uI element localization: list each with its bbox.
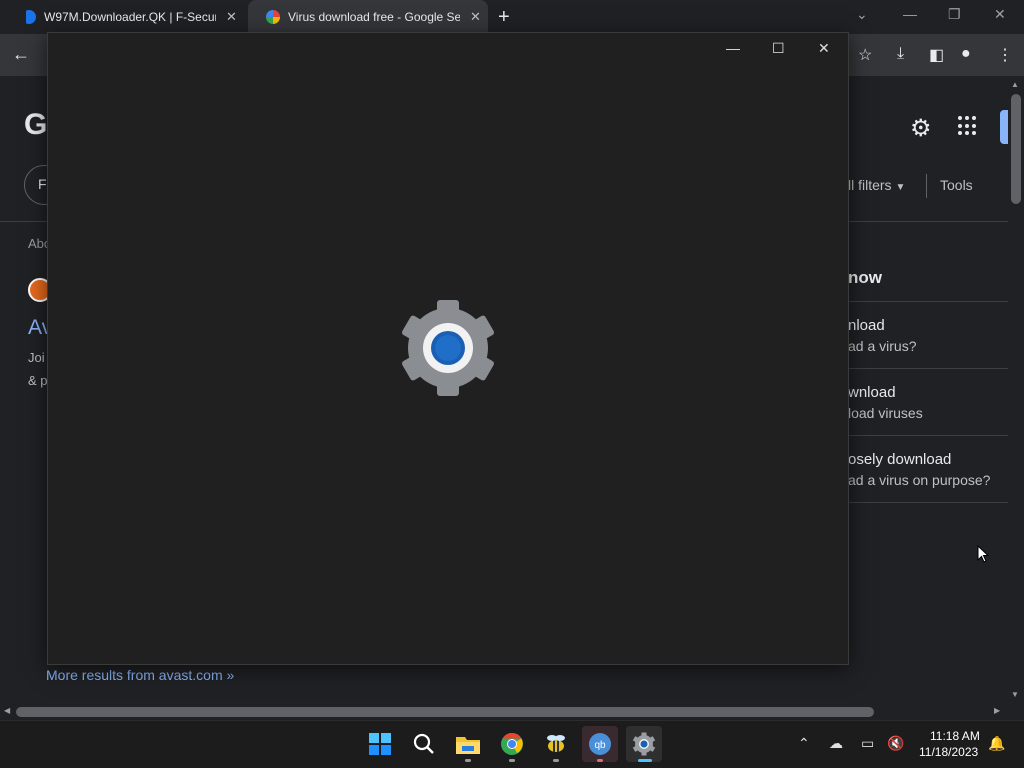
settings-gear-icon [402,300,494,396]
dropdown-caret-icon: ▼ [895,182,906,193]
browser-minimize-icon[interactable]: — [903,6,917,22]
side-panel-icon[interactable]: ◧ [929,45,944,65]
paa-question[interactable]: wnload [848,384,896,401]
tab-google-search[interactable]: Virus download free - Google Search ✕ [248,0,488,34]
paa-divider [848,368,1008,369]
tab-title: W97M.Downloader.QK | F-Secure [44,10,216,24]
running-indicator [597,759,603,762]
window-maximize-icon[interactable]: ☐ [772,40,785,57]
notification-bell-icon[interactable]: 🔔 [988,735,1005,752]
onedrive-offline-icon[interactable]: ☁ [829,735,843,752]
close-tab-icon[interactable]: ✕ [226,9,237,25]
chrome-icon[interactable] [494,726,530,762]
filter-divider [926,174,927,198]
file-explorer-icon[interactable] [450,726,486,762]
scroll-right-arrow-icon[interactable]: ▶ [994,706,1000,715]
settings-app-icon[interactable] [626,726,662,762]
search-icon[interactable] [406,726,442,762]
scroll-left-arrow-icon[interactable]: ◀ [4,706,10,715]
paa-divider [848,301,1008,302]
browser-restore-icon[interactable]: ❐ [948,6,961,23]
clock-date[interactable]: 11/18/2023 [919,745,978,759]
scroll-up-arrow-icon[interactable]: ▲ [1011,80,1019,89]
tools-button[interactable]: Tools [940,177,973,193]
paa-divider [848,502,1008,503]
settings-gear-icon[interactable]: ⚙ [910,114,932,143]
mouse-pointer-icon [977,545,989,563]
profile-icon[interactable]: ● [961,45,971,63]
close-tab-icon[interactable]: ✕ [470,9,481,25]
horizontal-scroll-thumb[interactable] [16,707,874,717]
svg-text:qb: qb [594,740,606,751]
google-apps-icon[interactable] [958,116,978,136]
bookmark-star-icon[interactable]: ☆ [858,45,872,65]
running-indicator [553,759,559,762]
google-logo[interactable]: G [24,108,47,142]
download-icon[interactable]: ⤓ [897,45,904,63]
back-arrow-icon[interactable]: ← [12,44,30,65]
browser-close-icon[interactable]: ✕ [994,6,1006,23]
paa-divider [848,435,1008,436]
scroll-down-arrow-icon[interactable]: ▼ [1011,690,1019,699]
more-results-link[interactable]: More results from avast.com » [46,667,234,683]
active-indicator [638,759,652,762]
sign-in-button[interactable] [1000,110,1008,144]
window-minimize-icon[interactable]: — [726,40,740,56]
start-windows-icon[interactable] [362,726,398,762]
tab-fsecure[interactable]: W97M.Downloader.QK | F-Secure ✕ [8,0,248,34]
fsecure-favicon-icon [26,10,36,24]
tab-search-chevron-icon[interactable]: ⌄ [856,6,868,23]
clock-time[interactable]: 11:18 AM [930,729,980,743]
paa-question[interactable]: osely download [848,451,951,468]
running-indicator [509,759,515,762]
network-icon[interactable]: ▭ [861,735,874,752]
show-hidden-icons-chevron-icon[interactable]: ⌃ [798,735,810,752]
result-snippet-line: & p [28,373,48,388]
new-tab-icon[interactable]: + [498,6,510,29]
paa-subtext: ad a virus on purpose? [848,472,991,488]
tab-title: Virus download free - Google Search [288,10,460,24]
volume-muted-icon[interactable]: 🔇 [887,735,904,752]
paa-subtext: load viruses [848,405,923,421]
result-snippet-line: Joi [28,350,45,365]
people-also-ask-title: now [848,268,882,287]
paa-subtext: ad a virus? [848,338,917,354]
running-indicator [465,759,471,762]
menu-kebab-icon[interactable]: ⋮ [997,45,1013,65]
google-favicon-icon [266,10,280,24]
all-filters-label: ll filters [848,177,892,193]
paa-question[interactable]: nload [848,317,885,334]
vertical-scroll-thumb[interactable] [1011,94,1021,204]
bee-app-icon[interactable] [538,726,574,762]
qbittorrent-icon[interactable]: qb [582,726,618,762]
window-close-icon[interactable]: ✕ [818,40,830,57]
all-filters-button[interactable]: ll filters ▼ [848,177,905,193]
filter-chip-label: F [38,176,47,192]
